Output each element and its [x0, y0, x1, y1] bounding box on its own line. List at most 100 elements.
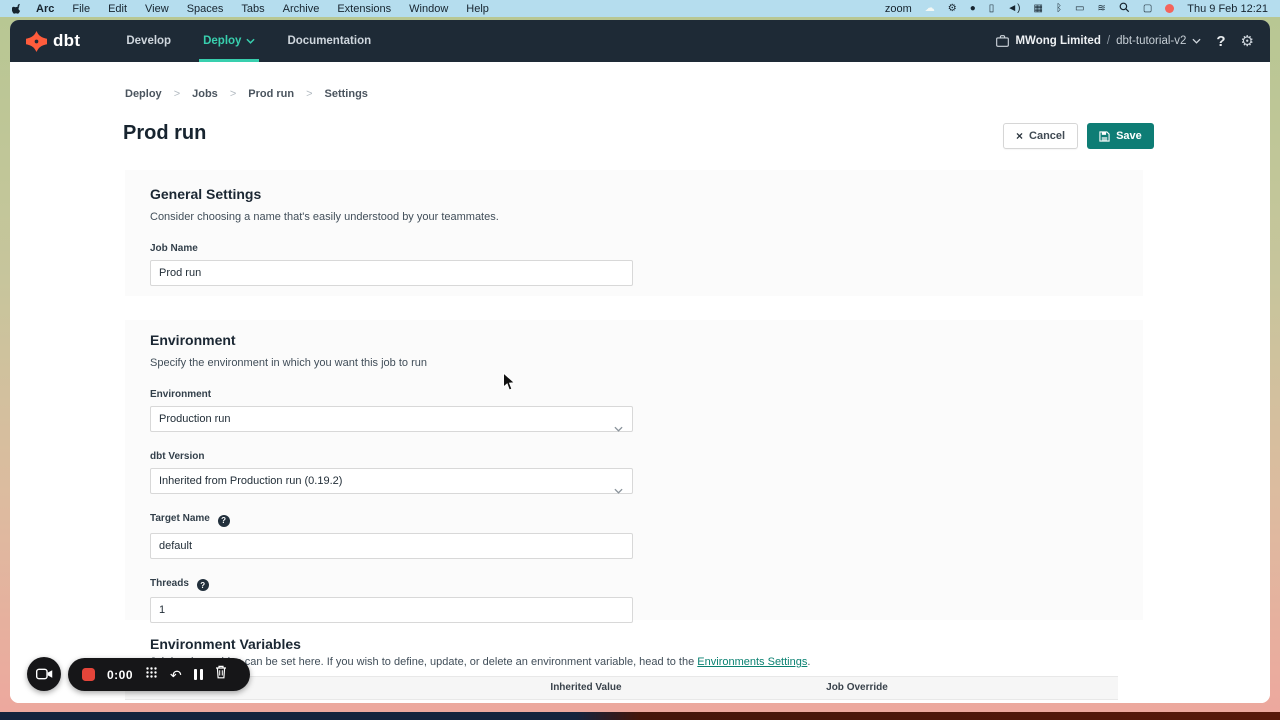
menubar-item-window[interactable]: Window [400, 3, 457, 15]
chevron-down-icon [614, 417, 623, 441]
dbt-version-select[interactable]: Inherited from Production run (0.19.2) [150, 468, 633, 494]
job-name-label: Job Name [150, 243, 1118, 254]
environment-select-value: Production run [159, 413, 231, 425]
battery-icon[interactable]: ▭ [1075, 0, 1084, 17]
breadcrumb-jobs[interactable]: Jobs [192, 88, 218, 100]
browser-window: dbt Develop Deploy Documentation MWong L… [10, 20, 1270, 703]
recorder-camera-button[interactable] [27, 657, 61, 691]
column-header-inherited-value: Inherited Value [496, 682, 676, 693]
chevron-down-icon [246, 38, 255, 44]
environment-heading: Environment [150, 332, 1118, 348]
page-content: Deploy > Jobs > Prod run > Settings Prod… [10, 62, 1270, 703]
recorder-toolbar: 0:00 ↶ [68, 658, 250, 691]
environment-variables-heading: Environment Variables [150, 636, 301, 652]
general-settings-description: Consider choosing a name that's easily u… [150, 211, 1118, 223]
menubar-item-file[interactable]: File [63, 3, 99, 15]
breadcrumb-separator: > [230, 88, 236, 100]
arc-window-frame: dbt Develop Deploy Documentation MWong L… [0, 17, 1280, 712]
general-settings-heading: General Settings [150, 186, 1118, 202]
general-settings-card: General Settings Consider choosing a nam… [125, 170, 1143, 296]
nav-item-deploy-label: Deploy [203, 35, 241, 47]
settings-gear-icon[interactable]: ⚙ [1241, 32, 1254, 50]
recording-indicator-icon[interactable] [1165, 4, 1174, 13]
account-switcher[interactable]: MWong Limited / dbt-tutorial-v2 [996, 35, 1201, 47]
bluetooth-icon[interactable]: ᛒ [1056, 0, 1062, 17]
threads-label-text: Threads [150, 578, 189, 589]
menubar-item-archive[interactable]: Archive [274, 3, 329, 15]
dbt-logo[interactable]: dbt [26, 31, 80, 52]
environments-settings-link[interactable]: Environments Settings [697, 656, 807, 668]
save-button[interactable]: Save [1087, 123, 1154, 149]
dbt-version-label: dbt Version [150, 451, 1118, 462]
menubar-item-extensions[interactable]: Extensions [328, 3, 400, 15]
nav-item-documentation[interactable]: Documentation [275, 20, 383, 62]
apple-logo-icon[interactable] [12, 3, 23, 15]
target-name-input[interactable] [150, 533, 633, 559]
environment-description: Specify the environment in which you wan… [150, 357, 1118, 369]
target-name-label-text: Target Name [150, 513, 210, 524]
nav-item-deploy[interactable]: Deploy [191, 20, 267, 62]
mouse-cursor [502, 372, 516, 397]
display-icon[interactable]: ▢ [1143, 0, 1152, 17]
pause-button[interactable] [194, 669, 203, 680]
dbt-navbar: dbt Develop Deploy Documentation MWong L… [10, 20, 1270, 62]
calendar-icon[interactable]: ▦ [1034, 0, 1043, 17]
account-separator: / [1107, 35, 1110, 47]
briefcase-icon [996, 35, 1009, 47]
breadcrumb-deploy[interactable]: Deploy [125, 88, 162, 100]
stop-recording-button[interactable] [82, 668, 95, 681]
trash-icon[interactable] [215, 665, 227, 684]
dbt-logo-icon [26, 31, 47, 52]
volume-icon[interactable]: ◄) [1007, 0, 1020, 17]
environment-variables-description: Job level overrides can be set here. If … [150, 656, 1070, 668]
gear-icon[interactable]: ⚙ [948, 0, 957, 17]
menubar-item-help[interactable]: Help [457, 3, 498, 15]
target-name-label: Target Name ? [150, 513, 1118, 527]
menubar-item-tabs[interactable]: Tabs [232, 3, 273, 15]
environment-select[interactable]: Production run [150, 406, 633, 432]
help-tooltip-icon[interactable]: ? [197, 579, 209, 591]
macos-menubar: Arc File Edit View Spaces Tabs Archive E… [0, 0, 1280, 17]
dbt-version-select-value: Inherited from Production run (0.19.2) [159, 475, 342, 487]
wifi-icon[interactable]: ≋ [1097, 0, 1105, 17]
breadcrumb-separator: > [174, 88, 180, 100]
page-actions: × Cancel Save [1003, 123, 1154, 149]
threads-input[interactable] [150, 597, 633, 623]
environment-card: Environment Specify the environment in w… [125, 320, 1143, 620]
app-status-icon[interactable]: ▯ [989, 0, 995, 17]
help-tooltip-icon[interactable]: ? [218, 515, 230, 527]
menubar-item-arc[interactable]: Arc [27, 3, 63, 15]
menubar-item-spaces[interactable]: Spaces [178, 3, 233, 15]
page-title: Prod run [123, 122, 206, 145]
dbt-brand-text: dbt [53, 31, 80, 51]
clock-icon[interactable]: ● [970, 0, 976, 17]
recording-timer: 0:00 [107, 668, 133, 682]
menubar-clock[interactable]: Thu 9 Feb 12:21 [1187, 3, 1268, 15]
chevron-down-icon [1192, 38, 1201, 44]
cancel-button-label: Cancel [1029, 130, 1065, 142]
save-floppy-icon [1099, 131, 1110, 142]
breadcrumb-settings: Settings [325, 88, 368, 100]
cancel-button[interactable]: × Cancel [1003, 123, 1078, 149]
menubar-item-edit[interactable]: Edit [99, 3, 136, 15]
chevron-down-icon [614, 479, 623, 503]
video-camera-icon [36, 668, 53, 680]
drag-handle-icon[interactable] [145, 666, 158, 684]
job-name-input[interactable] [150, 260, 633, 286]
environment-select-label: Environment [150, 389, 1118, 400]
breadcrumb-separator: > [306, 88, 312, 100]
env-vars-desc-period: . [807, 656, 810, 668]
account-name: MWong Limited [1015, 35, 1100, 47]
breadcrumb: Deploy > Jobs > Prod run > Settings [125, 88, 368, 100]
breadcrumb-prod-run[interactable]: Prod run [248, 88, 294, 100]
project-name: dbt-tutorial-v2 [1116, 35, 1186, 47]
search-icon[interactable] [1119, 2, 1130, 16]
column-header-job-override: Job Override [767, 682, 947, 693]
nav-item-develop[interactable]: Develop [114, 20, 183, 62]
cloud-icon[interactable]: ☁ [925, 0, 935, 17]
menubar-item-view[interactable]: View [136, 3, 178, 15]
menubar-zoom-label[interactable]: zoom [885, 3, 912, 15]
help-icon[interactable]: ? [1216, 33, 1225, 50]
undo-icon[interactable]: ↶ [170, 668, 182, 682]
threads-label: Threads ? [150, 578, 1118, 592]
